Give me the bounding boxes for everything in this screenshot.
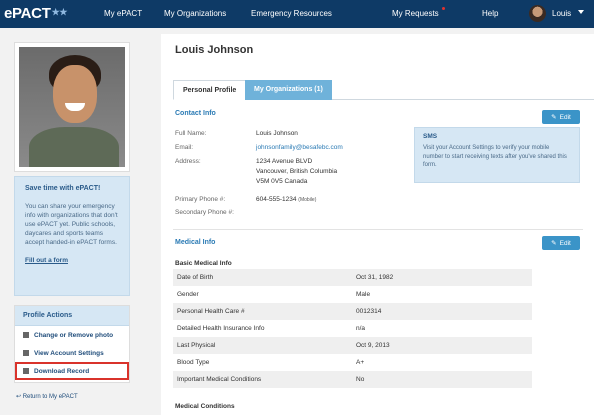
view-account-settings-label: View Account Settings (34, 349, 104, 357)
promo-text: You can share your emergency info with o… (25, 203, 118, 246)
printer-icon (23, 368, 29, 374)
nav-help[interactable]: Help (482, 9, 498, 18)
return-link-label: Return to My ePACT (22, 394, 78, 400)
row-value: No (356, 376, 365, 383)
profile-tabs: Personal Profile My Organizations (1) (173, 80, 594, 100)
row-label: Blood Type (177, 359, 210, 366)
contact-info-title: Contact Info (175, 110, 216, 117)
pencil-icon: ✎ (551, 240, 557, 247)
user-name[interactable]: Louis (552, 9, 571, 18)
nav-my-epact[interactable]: My ePACT (104, 9, 142, 18)
sms-info-box: SMS Visit your Account Settings to verif… (414, 127, 580, 183)
pencil-icon: ✎ (551, 114, 557, 121)
profile-photo-image (19, 47, 125, 167)
photo-icon (23, 332, 29, 338)
profile-photo (14, 42, 130, 172)
row-value: 0012314 (356, 308, 382, 315)
sms-text: Visit your Account Settings to verify yo… (423, 145, 567, 168)
table-row: Last Physical Oct 9, 2013 (173, 337, 532, 354)
row-value: Oct 9, 2013 (356, 342, 390, 349)
view-account-settings-action[interactable]: View Account Settings (15, 344, 129, 362)
nav-my-organizations[interactable]: My Organizations (164, 9, 226, 18)
basic-medical-info-title: Basic Medical Info (175, 260, 232, 267)
row-label: Gender (177, 291, 199, 298)
profile-actions-title: Profile Actions (15, 306, 129, 326)
row-value: n/a (356, 325, 366, 332)
change-photo-label: Change or Remove photo (34, 331, 114, 339)
table-row: Gender Male (173, 286, 532, 303)
basic-medical-table: Date of Birth Oct 31, 1982 Gender Male P… (173, 269, 532, 388)
logo-stars: ★★ (51, 7, 68, 17)
main-panel: Louis Johnson Personal Profile My Organi… (161, 34, 594, 415)
edit-medical-button[interactable]: ✎ Edit (542, 236, 580, 250)
table-row: Personal Health Care # 0012314 (173, 303, 532, 320)
row-label: Personal Health Care # (177, 308, 245, 315)
sms-title: SMS (423, 133, 438, 140)
table-row: Detailed Health Insurance Info n/a (173, 320, 532, 337)
nav-my-requests[interactable]: My Requests (392, 9, 439, 18)
return-to-my-epact-link[interactable]: ↩ Return to My ePACT (16, 393, 78, 400)
download-record-label: Download Record (34, 367, 90, 375)
primary-phone-number: 604-555-1234 (256, 196, 297, 203)
promo-box: Save time with ePACT! You can share your… (14, 176, 130, 296)
address-label: Address: (175, 158, 201, 165)
row-value: A+ (356, 359, 365, 366)
table-row: Blood Type A+ (173, 354, 532, 371)
arrow-left-icon: ↩ (16, 394, 22, 400)
medical-conditions-title: Medical Conditions (175, 403, 235, 410)
address-line-1: 1234 Avenue BLVD (256, 158, 313, 165)
email-label: Email: (175, 144, 194, 151)
promo-title: Save time with ePACT! (25, 185, 101, 192)
row-label: Date of Birth (177, 274, 214, 281)
epact-logo[interactable]: ePACT★★ (4, 5, 67, 22)
user-avatar[interactable] (529, 5, 546, 22)
address-line-3: V5M 0V5 Canada (256, 178, 308, 185)
chevron-down-icon[interactable] (578, 10, 584, 14)
full-name-label: Full Name: (175, 130, 207, 137)
nav-emergency-resources[interactable]: Emergency Resources (251, 9, 332, 18)
row-value: Oct 31, 1982 (356, 274, 394, 281)
row-label: Last Physical (177, 342, 216, 349)
section-divider (173, 229, 583, 230)
settings-list-icon (23, 350, 29, 356)
row-value: Male (356, 291, 371, 298)
row-label: Detailed Health Insurance Info (177, 325, 265, 332)
table-row: Important Medical Conditions No (173, 371, 532, 388)
download-record-action[interactable]: Download Record (15, 362, 129, 380)
logo-text: ePACT (4, 5, 51, 22)
edit-contact-label: Edit (559, 113, 571, 121)
primary-phone-value: 604-555-1234 (Mobile) (256, 195, 316, 205)
notification-dot (442, 7, 445, 10)
fill-out-form-link[interactable]: Fill out a form (25, 257, 119, 264)
edit-contact-button[interactable]: ✎ Edit (542, 110, 580, 124)
address-line-2: Vancouver, British Columbia (256, 168, 338, 175)
profile-actions-panel: Profile Actions Change or Remove photo V… (14, 305, 130, 383)
table-row: Date of Birth Oct 31, 1982 (173, 269, 532, 286)
top-nav-bar: ePACT★★ My ePACT My Organizations Emerge… (0, 0, 594, 28)
email-value[interactable]: johnsonfamily@besafebc.com (256, 143, 343, 152)
tab-my-organizations[interactable]: My Organizations (1) (245, 80, 332, 100)
edit-medical-label: Edit (559, 239, 571, 247)
page-title: Louis Johnson (175, 44, 254, 56)
primary-phone-type: (Mobile) (298, 197, 317, 203)
row-label: Important Medical Conditions (177, 376, 262, 383)
medical-info-title: Medical Info (175, 239, 216, 246)
tab-personal-profile[interactable]: Personal Profile (173, 80, 247, 100)
secondary-phone-label: Secondary Phone #: (175, 209, 234, 216)
primary-phone-label: Primary Phone #: (175, 196, 226, 203)
change-photo-action[interactable]: Change or Remove photo (15, 326, 129, 344)
full-name-value: Louis Johnson (256, 130, 298, 137)
